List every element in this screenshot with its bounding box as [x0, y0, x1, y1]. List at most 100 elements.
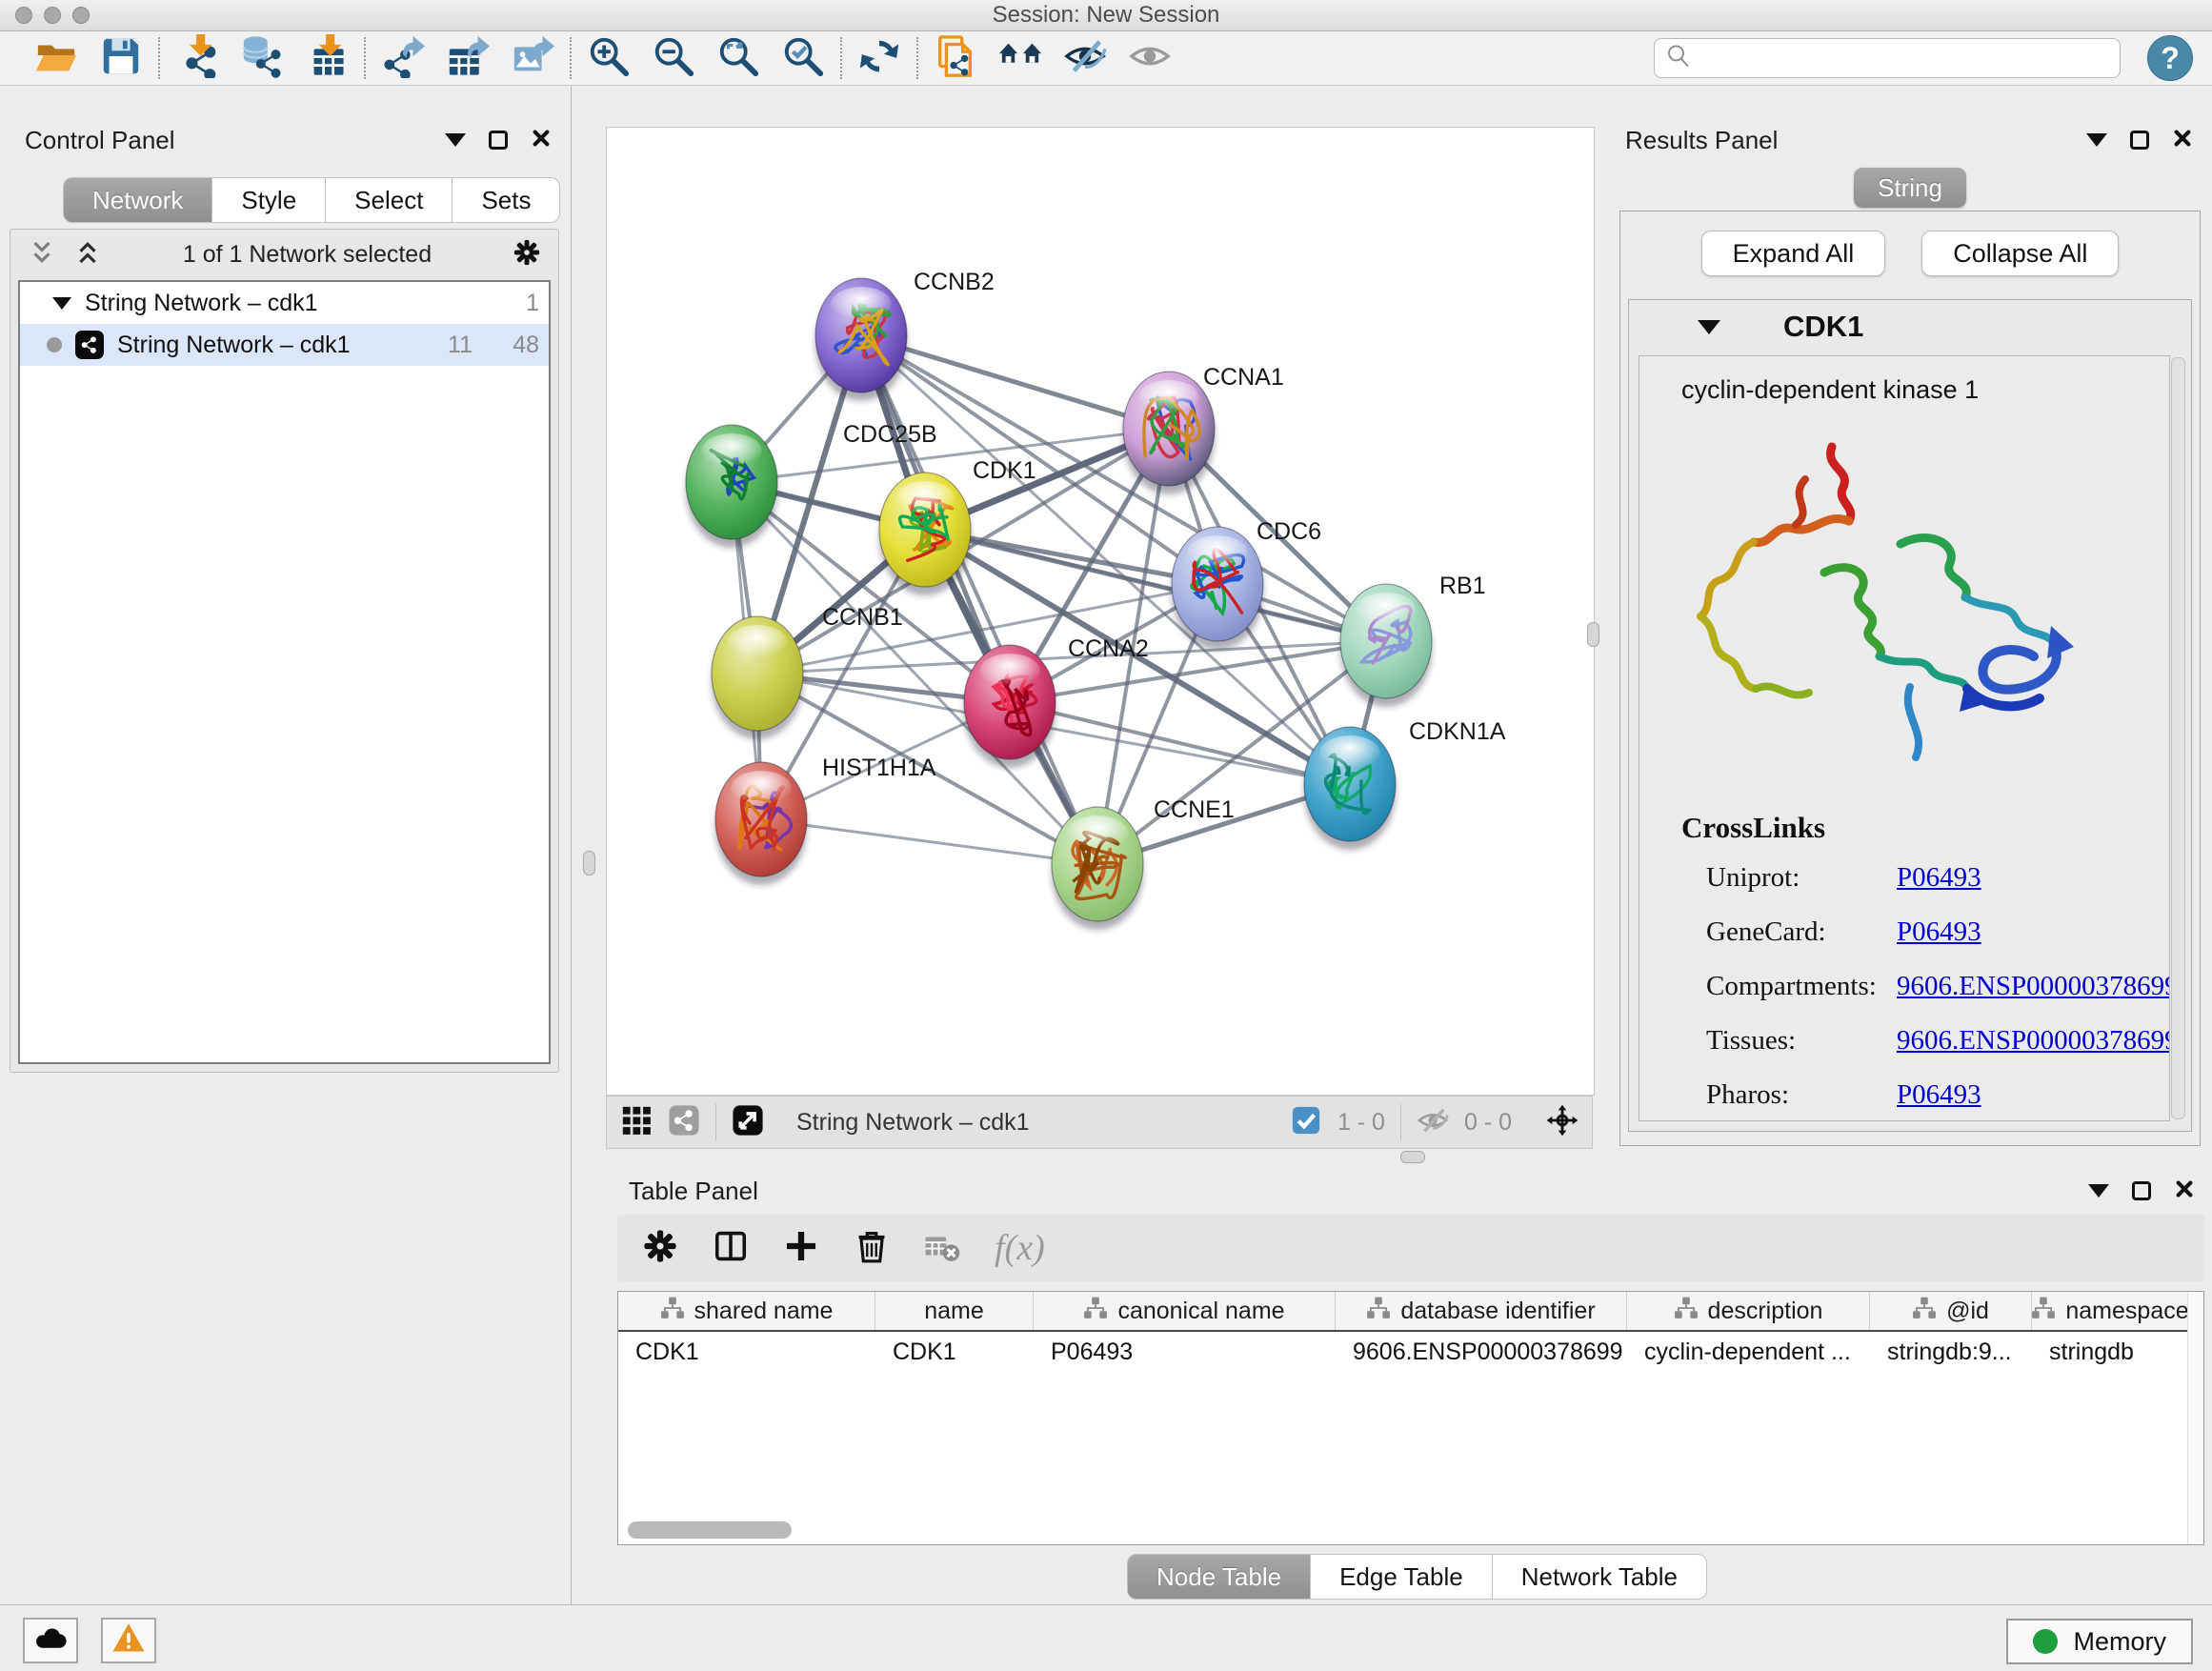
edge-CCNA2-CDKN1A[interactable]: [1010, 702, 1350, 784]
tab-string[interactable]: String: [1854, 168, 1966, 208]
column-header-canonical-name[interactable]: canonical name: [1034, 1292, 1336, 1330]
cell-description[interactable]: cyclin-dependent ...: [1627, 1339, 1870, 1366]
import-network-button[interactable]: [174, 35, 220, 81]
export-image-button[interactable]: [510, 35, 555, 81]
crosslink-link[interactable]: 9606.ENSP00000378699: [1897, 1025, 2170, 1057]
node-CCNB2[interactable]: CCNB2: [815, 269, 995, 401]
refresh-button[interactable]: [856, 35, 902, 81]
node-RB1[interactable]: RB1: [1340, 573, 1486, 707]
search-box[interactable]: [1654, 38, 2121, 78]
crosslink-link[interactable]: P06493: [1897, 1079, 2170, 1111]
tab-node-table[interactable]: Node Table: [1127, 1554, 1311, 1600]
bottom-splitter-handle[interactable]: [1400, 1151, 1425, 1163]
column-header-description[interactable]: description: [1627, 1292, 1870, 1330]
table-vertical-scrollbar[interactable]: [2187, 1292, 2203, 1544]
open-file-button[interactable]: [33, 35, 79, 81]
column-header-name[interactable]: name: [875, 1292, 1034, 1330]
cloud-button[interactable]: [23, 1618, 78, 1663]
show-all-button[interactable]: [1127, 35, 1173, 81]
pan-crosshair-icon[interactable]: [1546, 1104, 1579, 1141]
copy-network-button[interactable]: [933, 35, 978, 81]
float-panel-icon[interactable]: [489, 131, 508, 150]
node-HIST1H1A[interactable]: HIST1H1A: [715, 755, 936, 885]
grid-view-icon[interactable]: [620, 1104, 653, 1141]
warnings-button[interactable]: [101, 1618, 156, 1663]
panel-menu-icon[interactable]: [2086, 133, 2107, 147]
left-splitter-handle[interactable]: [583, 851, 595, 876]
edge-CDK1-RB1[interactable]: [925, 530, 1386, 641]
network-row[interactable]: String Network – cdk1 11 48: [20, 324, 549, 366]
tab-network-table[interactable]: Network Table: [1493, 1554, 1707, 1600]
cell-shared-name[interactable]: CDK1: [618, 1339, 875, 1366]
node-CDK1[interactable]: CDK1: [879, 457, 1036, 595]
column-header-namespace[interactable]: namespace: [2032, 1292, 2189, 1330]
tab-network[interactable]: Network: [63, 177, 212, 223]
expand-all-networks-icon[interactable]: [73, 238, 102, 272]
memory-button[interactable]: Memory: [2006, 1619, 2193, 1664]
zoom-in-button[interactable]: [586, 35, 632, 81]
network-options-gear-icon[interactable]: [513, 238, 541, 272]
edge-HIST1H1A-CCNE1[interactable]: [761, 819, 1097, 864]
panel-menu-icon[interactable]: [2088, 1184, 2109, 1198]
help-button[interactable]: ?: [2147, 35, 2193, 81]
minimize-window-button[interactable]: [44, 7, 61, 24]
edge-CCNB2-CCNE1[interactable]: [861, 335, 1097, 864]
maximize-window-button[interactable]: [72, 7, 90, 24]
detach-view-icon[interactable]: [732, 1104, 764, 1141]
close-panel-icon[interactable]: [2172, 126, 2193, 155]
close-panel-icon[interactable]: [2174, 1177, 2195, 1206]
node-CDC6[interactable]: CDC6: [1172, 518, 1321, 650]
zoom-fit-button[interactable]: [715, 35, 761, 81]
network-collection-row[interactable]: String Network – cdk1 1: [20, 282, 549, 324]
collapse-collection-icon[interactable]: [52, 297, 71, 310]
show-columns-icon[interactable]: [713, 1228, 749, 1269]
table-settings-gear-icon[interactable]: [642, 1228, 678, 1269]
crosslink-link[interactable]: P06493: [1897, 862, 2170, 894]
results-scrollbar[interactable]: [2171, 357, 2185, 1119]
hide-selected-button[interactable]: [1062, 35, 1108, 81]
collapse-all-networks-icon[interactable]: [28, 238, 56, 272]
node-CCNE1[interactable]: CCNE1: [1052, 796, 1235, 930]
panel-menu-icon[interactable]: [445, 133, 466, 147]
import-network-database-button[interactable]: [239, 35, 285, 81]
tab-edge-table[interactable]: Edge Table: [1311, 1554, 1493, 1600]
node-CDKN1A[interactable]: CDKN1A: [1304, 718, 1506, 850]
collapse-all-button[interactable]: Collapse All: [1921, 231, 2119, 276]
float-panel-icon[interactable]: [2130, 131, 2149, 150]
column-header-database-identifier[interactable]: database identifier: [1336, 1292, 1627, 1330]
export-network-button[interactable]: [380, 35, 426, 81]
add-column-icon[interactable]: [783, 1228, 819, 1269]
first-neighbors-button[interactable]: [997, 35, 1043, 81]
column-header-@id[interactable]: @id: [1870, 1292, 2032, 1330]
close-window-button[interactable]: [15, 7, 32, 24]
network-badge-icon[interactable]: [668, 1104, 700, 1141]
network-canvas[interactable]: CCNB2 CCNA1 CDC25B CDK1 CDC6: [606, 127, 1595, 1096]
edge-CCNB2-CCNA1[interactable]: [861, 335, 1169, 429]
cell-name[interactable]: CDK1: [875, 1339, 1034, 1366]
crosslink-link[interactable]: 9606.ENSP00000378699: [1897, 971, 2170, 1002]
edge-layer[interactable]: [732, 335, 1386, 864]
tab-sets[interactable]: Sets: [452, 177, 560, 223]
tab-select[interactable]: Select: [326, 177, 452, 223]
delete-column-icon[interactable]: [854, 1228, 890, 1269]
collapse-gene-icon[interactable]: [1698, 320, 1720, 334]
table-horizontal-scrollbar[interactable]: [628, 1521, 792, 1539]
crosslink-link[interactable]: P06493: [1897, 916, 2170, 948]
search-input[interactable]: [1693, 44, 2110, 72]
zoom-out-button[interactable]: [651, 35, 696, 81]
hidden-eye-slash-icon[interactable]: [1417, 1104, 1449, 1141]
cell-namespace[interactable]: stringdb: [2032, 1339, 2189, 1366]
tab-style[interactable]: Style: [212, 177, 326, 223]
expand-all-button[interactable]: Expand All: [1701, 231, 1886, 276]
zoom-selected-button[interactable]: [780, 35, 826, 81]
cell-canonical-name[interactable]: P06493: [1034, 1339, 1336, 1366]
node-CCNA1[interactable]: CCNA1: [1123, 364, 1284, 494]
save-session-button[interactable]: [98, 35, 144, 81]
cell-database-identifier[interactable]: 9606.ENSP00000378699: [1336, 1339, 1627, 1366]
column-header-shared-name[interactable]: shared name: [618, 1292, 875, 1330]
close-panel-icon[interactable]: [531, 126, 552, 155]
export-table-button[interactable]: [445, 35, 491, 81]
import-table-button[interactable]: [304, 35, 350, 81]
float-panel-icon[interactable]: [2132, 1181, 2151, 1200]
cell-@id[interactable]: stringdb:9...: [1870, 1339, 2032, 1366]
